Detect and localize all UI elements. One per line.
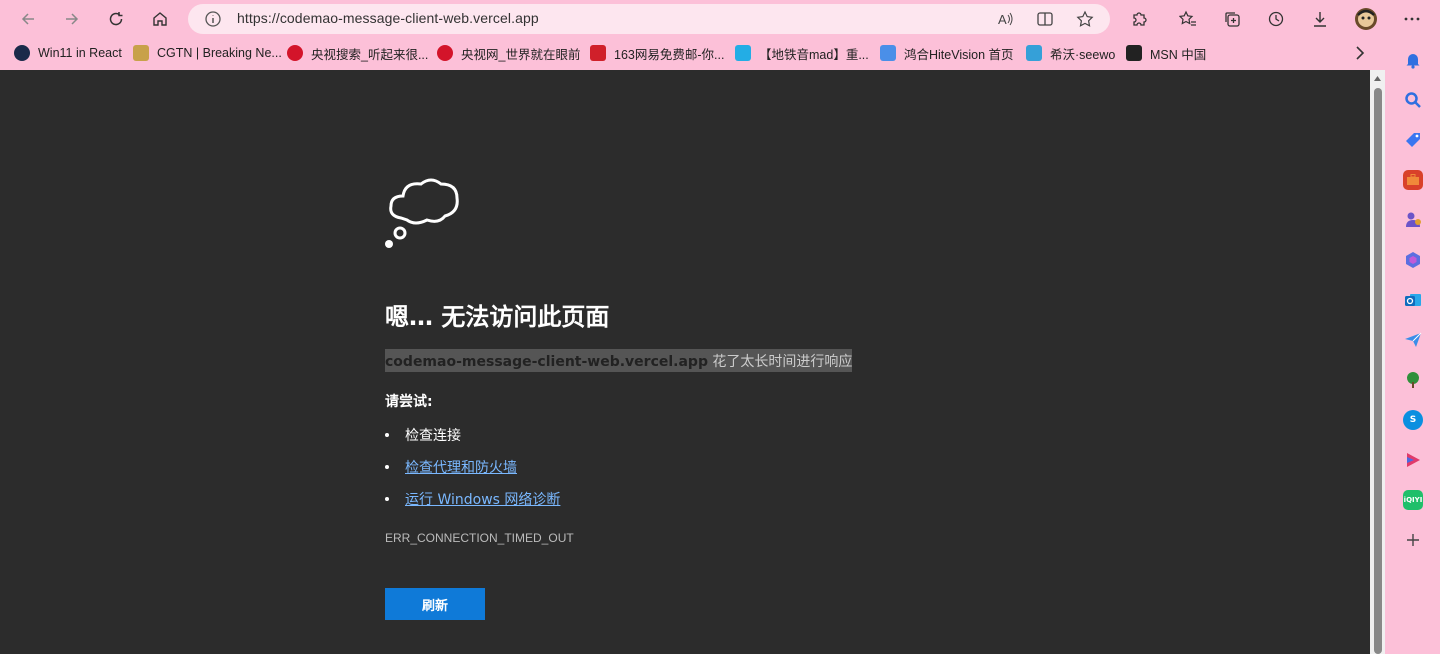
bookmark-label: 163网易免费邮-你... bbox=[614, 47, 725, 62]
video-app-icon[interactable] bbox=[1403, 450, 1423, 470]
forward-button[interactable] bbox=[57, 5, 87, 33]
bookmark-item[interactable]: 央视搜索_听起来很... bbox=[287, 43, 428, 63]
home-icon bbox=[153, 12, 167, 26]
bookmark-item[interactable]: MSN 中国 bbox=[1126, 43, 1206, 63]
bookmarks-bar: Win11 in React CGTN | Breaking Ne... 央视搜… bbox=[0, 38, 1385, 68]
bullet-icon bbox=[385, 433, 389, 437]
reload-button[interactable] bbox=[101, 5, 131, 33]
edge-sidebar: S iQIYI bbox=[1386, 38, 1440, 654]
bullet-icon bbox=[385, 497, 389, 501]
bookmark-label: 央视搜索_听起来很... bbox=[311, 47, 429, 62]
back-button[interactable] bbox=[13, 5, 43, 33]
arrow-left-icon bbox=[21, 13, 34, 25]
bookmark-label: CGTN | Breaking Ne... bbox=[157, 46, 282, 60]
tree-icon[interactable] bbox=[1403, 370, 1423, 390]
more-dots-icon bbox=[1404, 17, 1420, 21]
suggestion-item: 检查代理和防火墙 bbox=[385, 457, 517, 477]
search-icon[interactable] bbox=[1403, 90, 1423, 110]
outlook-icon[interactable] bbox=[1403, 290, 1423, 310]
split-screen-icon[interactable] bbox=[1036, 10, 1054, 28]
download-icon bbox=[1314, 12, 1326, 27]
favorites-list-icon bbox=[1179, 10, 1196, 26]
bookmark-item[interactable]: 希沃·seewo bbox=[1026, 43, 1115, 63]
win11-react-icon bbox=[14, 45, 30, 61]
error-host: codemao-message-client-web.vercel.app bbox=[385, 354, 708, 370]
home-button[interactable] bbox=[145, 5, 175, 33]
bookmark-item[interactable]: CGTN | Breaking Ne... bbox=[133, 43, 282, 63]
copilot-icon[interactable] bbox=[1403, 250, 1423, 270]
address-bar[interactable]: https://codemao-message-client-web.verce… bbox=[188, 4, 1110, 34]
add-icon[interactable] bbox=[1403, 530, 1423, 550]
iqiyi-icon[interactable]: iQIYI bbox=[1403, 490, 1423, 510]
suggestion-item: 检查连接 bbox=[385, 425, 461, 445]
check-proxy-firewall-link[interactable]: 检查代理和防火墙 bbox=[405, 457, 517, 477]
bookmark-item[interactable]: 鸿合HiteVision 首页 bbox=[880, 43, 1014, 63]
page-content: 嗯… 无法访问此页面 codemao-message-client-web.ve… bbox=[0, 70, 1370, 654]
bookmark-label: Win11 in React bbox=[38, 46, 122, 60]
suggestion-item: 运行 Windows 网络诊断 bbox=[385, 489, 560, 509]
svg-text:A: A bbox=[998, 12, 1007, 27]
downloads-button[interactable] bbox=[1305, 5, 1335, 33]
cctv-icon bbox=[437, 45, 453, 61]
error-detail: 花了太长时间进行响应 bbox=[707, 354, 853, 370]
bookmark-label: 央视网_世界就在眼前 bbox=[461, 47, 581, 62]
history-icon bbox=[1268, 11, 1284, 27]
reload-icon bbox=[109, 12, 123, 26]
bookmark-label: MSN 中国 bbox=[1150, 47, 1207, 62]
extensions-button[interactable] bbox=[1124, 5, 1154, 33]
history-button[interactable] bbox=[1261, 5, 1291, 33]
try-label: 请尝试: bbox=[385, 394, 433, 410]
bookmark-item[interactable]: 163网易免费邮-你... bbox=[590, 43, 724, 63]
scroll-up-arrow-icon[interactable] bbox=[1373, 74, 1382, 83]
bookmark-label: 鸿合HiteVision 首页 bbox=[904, 47, 1014, 62]
shopping-tag-icon[interactable] bbox=[1403, 130, 1423, 150]
collections-icon bbox=[1225, 12, 1240, 27]
browser-toolbar: https://codemao-message-client-web.verce… bbox=[0, 0, 1440, 38]
settings-menu-button[interactable] bbox=[1397, 5, 1427, 33]
chevron-right-icon[interactable] bbox=[1350, 43, 1370, 63]
bookmark-item[interactable]: 【地铁音mad】重... bbox=[735, 43, 869, 63]
arrow-right-icon bbox=[66, 13, 79, 25]
error-message: codemao-message-client-web.vercel.app 花了… bbox=[385, 349, 853, 372]
bookmark-item[interactable]: Win11 in React bbox=[14, 43, 122, 63]
scroll-thumb[interactable] bbox=[1374, 88, 1382, 654]
thought-cloud-icon bbox=[385, 178, 459, 248]
url-text[interactable]: https://codemao-message-client-web.verce… bbox=[237, 10, 539, 26]
read-aloud-icon[interactable]: A bbox=[996, 10, 1014, 28]
profile-button[interactable] bbox=[1351, 5, 1381, 33]
network-diagnostics-link[interactable]: 运行 Windows 网络诊断 bbox=[405, 489, 560, 509]
suggestion-text: 检查连接 bbox=[405, 428, 461, 444]
msn-icon bbox=[1126, 45, 1142, 61]
netease-mail-icon bbox=[590, 45, 606, 61]
favorites-button[interactable] bbox=[1173, 5, 1203, 33]
favorite-star-icon[interactable] bbox=[1076, 10, 1094, 28]
bilibili-icon bbox=[735, 45, 751, 61]
error-code: ERR_CONNECTION_TIMED_OUT bbox=[385, 531, 574, 545]
cgtn-icon bbox=[133, 45, 149, 61]
notification-bell-icon[interactable] bbox=[1403, 50, 1423, 70]
scrollbar[interactable] bbox=[1370, 70, 1385, 654]
send-icon[interactable] bbox=[1403, 330, 1423, 350]
bookmark-item[interactable]: 央视网_世界就在眼前 bbox=[437, 43, 580, 63]
bookmark-label: 【地铁音mad】重... bbox=[759, 47, 869, 62]
cctv-search-icon bbox=[287, 45, 303, 61]
games-icon[interactable] bbox=[1403, 210, 1423, 230]
bookmark-label: 希沃·seewo bbox=[1050, 47, 1116, 62]
refresh-button[interactable]: 刷新 bbox=[385, 588, 485, 620]
bullet-icon bbox=[385, 465, 389, 469]
page-title: 嗯… 无法访问此页面 bbox=[385, 303, 610, 331]
skype-icon[interactable]: S bbox=[1403, 410, 1423, 430]
collections-button[interactable] bbox=[1217, 5, 1247, 33]
puzzle-icon bbox=[1133, 12, 1147, 26]
tools-briefcase-icon[interactable] bbox=[1403, 170, 1423, 190]
seewo-icon bbox=[1026, 45, 1042, 61]
avatar bbox=[1355, 8, 1377, 30]
hitevision-icon bbox=[880, 45, 896, 61]
info-icon[interactable] bbox=[204, 10, 222, 28]
